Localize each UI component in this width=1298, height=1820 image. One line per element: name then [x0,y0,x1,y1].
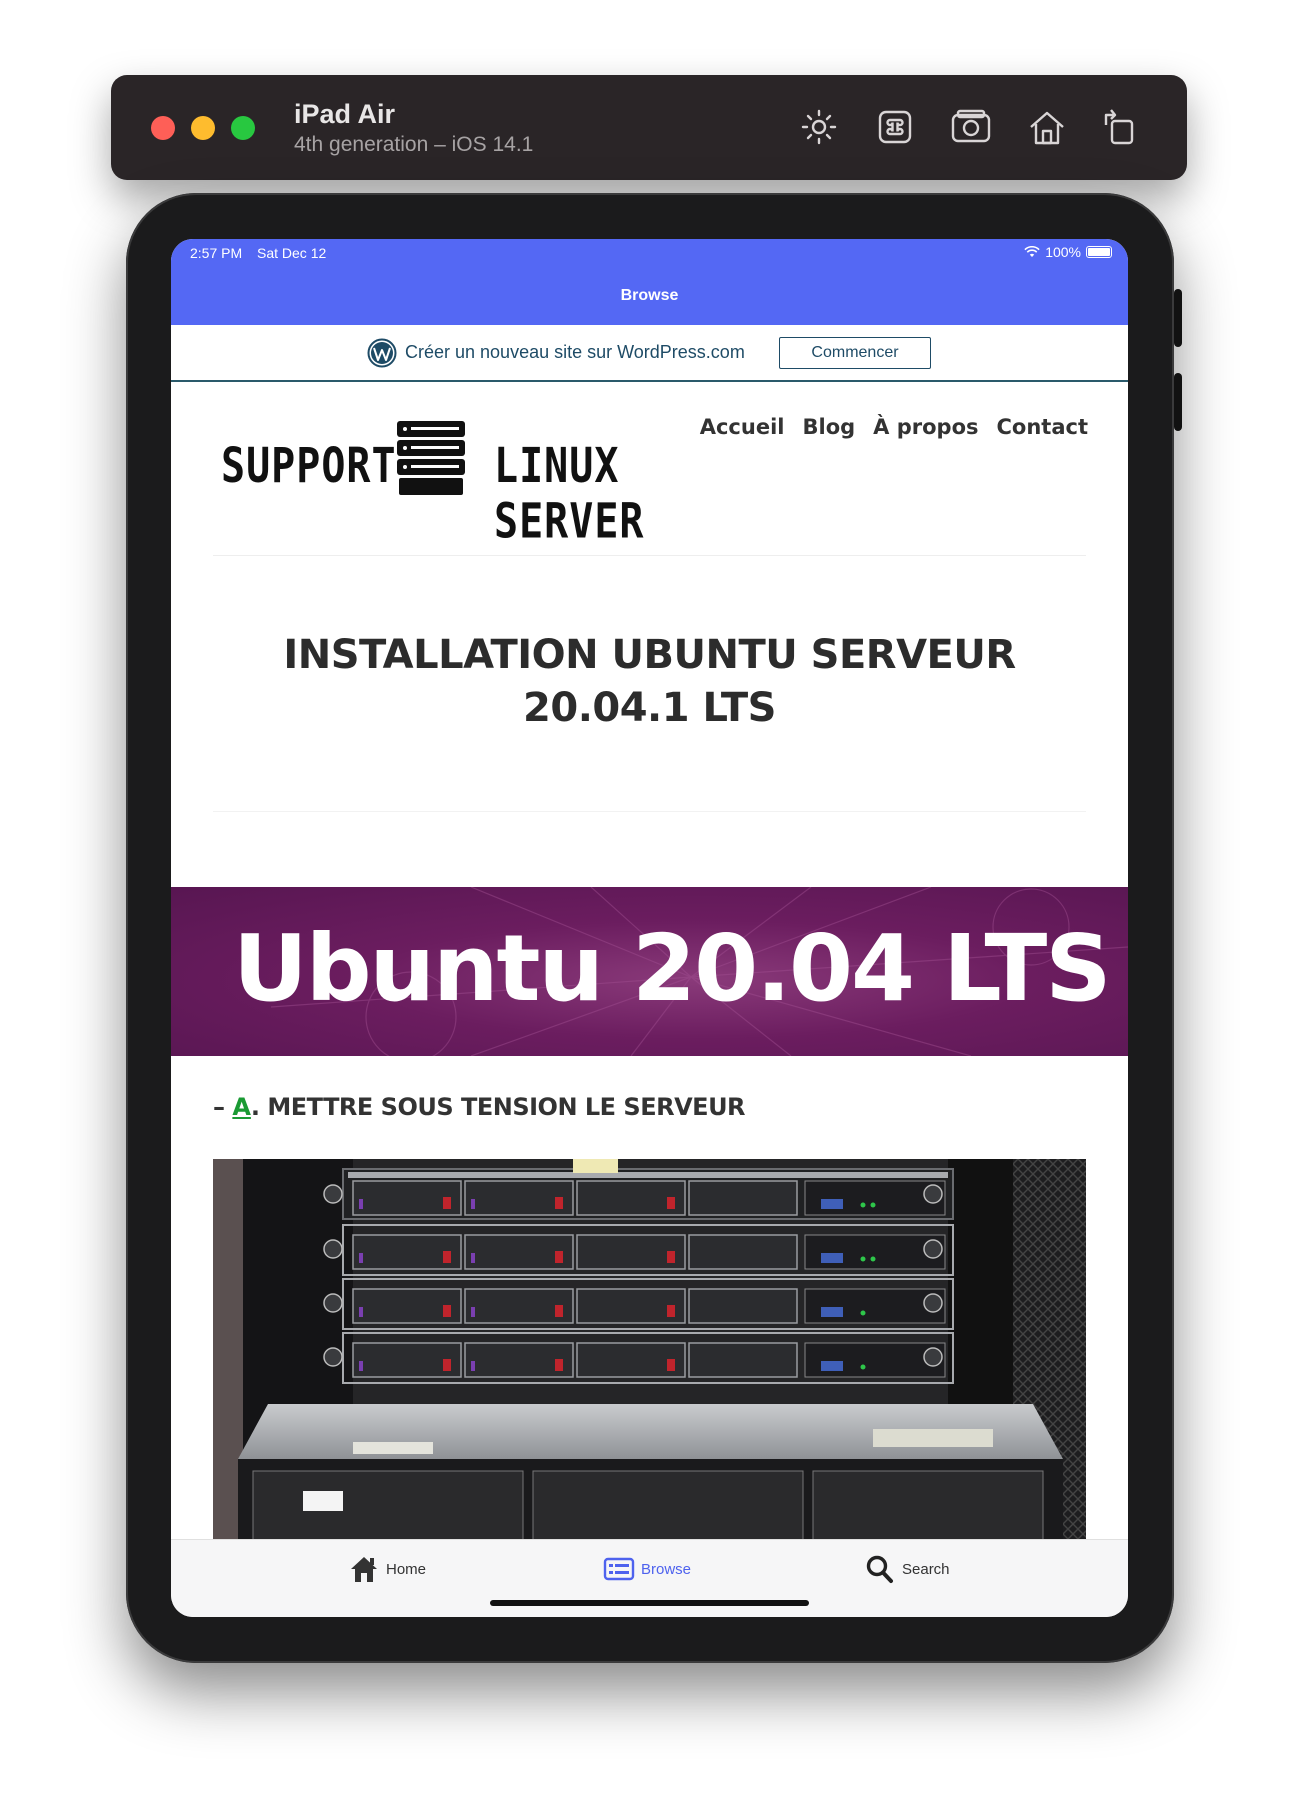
menu-item-contact[interactable]: Contact [997,415,1089,439]
status-date: Sat Dec 12 [257,245,327,261]
home-indicator[interactable] [490,1600,809,1606]
power-button [1174,289,1182,347]
tab-home[interactable]: Home [348,1554,426,1584]
battery-icon [1086,246,1112,258]
title-divider [213,811,1086,812]
device-subtitle: 4th generation – iOS 14.1 [294,133,534,156]
menu-item-blog[interactable]: Blog [802,415,855,439]
device-screen: 2:57 PM Sat Dec 12 100% Browse Créer un … [171,239,1128,1617]
command-icon[interactable] [873,105,917,149]
tab-home-label: Home [386,1560,427,1578]
wifi-icon [1024,246,1040,257]
site-menu: Accueil Blog À propos Contact [700,415,1088,439]
logo-text-linux-server: LINUX SERVER [494,439,645,550]
section-heading-text: . METTRE SOUS TENSION LE SERVEUR [250,1093,746,1121]
ubuntu-banner-text: Ubuntu 20.04 LTS [233,915,1111,1022]
device-name: iPad Air [294,99,396,129]
simulator-title-bar: iPad Air 4th generation – iOS 14.1 [111,75,1187,180]
commencer-button[interactable]: Commencer [779,337,931,369]
section-heading: – A. METTRE SOUS TENSION LE SERVEUR [213,1093,746,1121]
status-and-nav-bar: 2:57 PM Sat Dec 12 100% Browse [171,239,1128,325]
logo-text-support: SUPPORT [221,439,397,495]
home-icon [351,1557,377,1582]
server-rack-illustration [213,1159,1086,1554]
zoom-window-button[interactable] [231,116,255,140]
server-rack-icon [397,421,465,495]
wordpress-banner: Créer un nouveau site sur WordPress.com … [171,325,1128,382]
section-prefix: – [213,1093,233,1121]
section-letter-link[interactable]: A [232,1093,251,1121]
ubuntu-banner-image: Ubuntu 20.04 LTS [171,887,1128,1056]
tab-search[interactable]: Search [864,1554,950,1584]
tab-search-label: Search [902,1560,950,1578]
post-title-line2: 20.04.1 LTS [523,685,776,731]
header-divider [213,555,1086,556]
wordpress-logo-icon [367,338,397,368]
post-title-line1: INSTALLATION UBUNTU SERVEUR [283,632,1016,678]
screenshot-icon[interactable] [949,105,993,149]
post-title: INSTALLATION UBUNTU SERVEUR 20.04.1 LTS [171,629,1128,735]
tab-browse-label: Browse [641,1560,692,1578]
wordpress-banner-text[interactable]: Créer un nouveau site sur WordPress.com [405,342,745,363]
menu-item-a-propos[interactable]: À propos [873,415,978,439]
status-right: 100% [1024,244,1112,260]
menu-item-accueil[interactable]: Accueil [700,415,785,439]
search-icon [866,1555,893,1583]
site-logo[interactable]: SUPPORT LINUX SERVER [221,417,721,549]
tab-browse[interactable]: Browse [603,1554,691,1584]
rotate-icon[interactable] [1097,105,1141,149]
status-time: 2:57 PM [190,245,243,261]
battery-percent: 100% [1045,244,1081,260]
home-icon[interactable] [1025,105,1069,149]
nav-title: Browse [620,287,679,304]
volume-button [1174,373,1182,431]
minimize-window-button[interactable] [191,116,215,140]
server-rack-photo [213,1159,1086,1554]
close-window-button[interactable] [151,116,175,140]
list-icon [603,1557,635,1581]
brightness-icon[interactable] [797,105,841,149]
